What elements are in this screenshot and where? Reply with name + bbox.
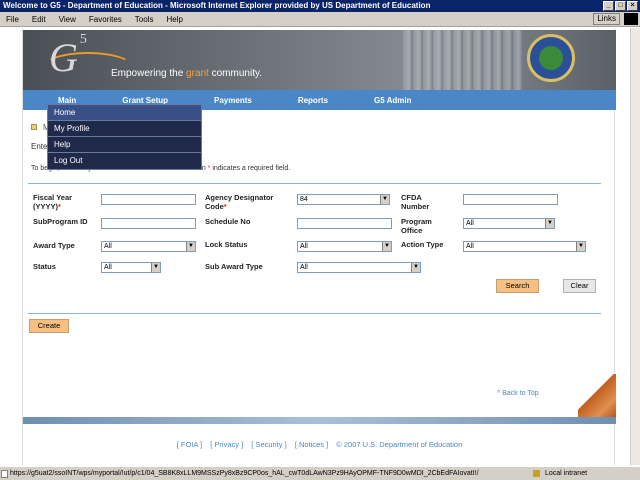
lock-status-select[interactable]: All ▼: [297, 241, 392, 252]
vertical-scrollbar[interactable]: [630, 28, 640, 465]
chevron-down-icon: ▼: [186, 242, 195, 251]
footer-link-security[interactable]: [ Security ]: [251, 440, 286, 449]
close-icon[interactable]: ×: [627, 1, 638, 11]
subprogram-id-label: SubProgram ID: [33, 217, 88, 226]
divider: [28, 183, 601, 184]
footer-link-foia[interactable]: [ FOIA ]: [177, 440, 202, 449]
dropdown-item-home[interactable]: Home: [48, 105, 201, 121]
nav-payments[interactable]: Payments: [214, 96, 252, 105]
dropdown-item-help[interactable]: Help: [48, 137, 201, 153]
create-button[interactable]: Create: [29, 319, 69, 333]
browser-status-bar: https://g5uat2/ssoINT/wps/myportal/!ut/p…: [0, 466, 640, 480]
lock-status-label: Lock Status: [205, 240, 248, 249]
page-footer: [ FOIA ] [ Privacy ] [ Security ] [ Noti…: [23, 440, 616, 449]
main-dropdown-menu: Home My Profile Help Log Out: [47, 104, 202, 170]
g5-banner: G5 Empowering the grant community.: [23, 30, 616, 90]
chevron-down-icon: ▼: [151, 263, 160, 272]
menu-edit[interactable]: Edit: [32, 15, 46, 24]
lock-icon: [533, 470, 540, 477]
page-viewport: G5 Empowering the grant community. Main …: [0, 28, 640, 465]
minimize-icon[interactable]: _: [603, 1, 614, 11]
divider: [28, 313, 601, 314]
banner-tagline: Empowering the grant community.: [111, 68, 263, 79]
nav-g5-admin[interactable]: G5 Admin: [374, 96, 411, 105]
window-title-bar: Welcome to G5 - Department of Education …: [0, 0, 640, 12]
footer-decorative-bar: [23, 417, 616, 424]
sub-award-type-select[interactable]: All ▼: [297, 262, 421, 273]
dropdown-item-log-out[interactable]: Log Out: [48, 153, 201, 169]
page-heading: Ente: [31, 142, 48, 151]
cfda-number-input[interactable]: [463, 194, 558, 205]
nav-reports[interactable]: Reports: [298, 96, 328, 105]
menu-file[interactable]: File: [6, 15, 19, 24]
menu-help[interactable]: Help: [166, 15, 182, 24]
subprogram-id-input[interactable]: [101, 218, 196, 229]
g5-logo: G5: [49, 31, 87, 80]
ie-logo-icon: [624, 13, 638, 25]
program-office-label: Program Office: [401, 217, 432, 235]
chevron-down-icon: ▼: [380, 195, 389, 204]
fiscal-year-input[interactable]: [101, 194, 196, 205]
folder-icon: [31, 124, 37, 130]
status-url: https://g5uat2/ssoINT/wps/myportal/!ut/p…: [10, 470, 479, 477]
status-label: Status: [33, 262, 56, 271]
footer-link-notices[interactable]: [ Notices ]: [295, 440, 328, 449]
menu-tools[interactable]: Tools: [135, 15, 154, 24]
page-icon: [1, 470, 8, 478]
fiscal-year-label: Fiscal Year (YYYY)*: [33, 193, 73, 211]
menu-favorites[interactable]: Favorites: [89, 15, 122, 24]
dropdown-item-my-profile[interactable]: My Profile: [48, 121, 201, 137]
clear-button[interactable]: Clear: [563, 279, 596, 293]
window-controls: _ □ ×: [603, 1, 638, 11]
award-type-label: Award Type: [33, 241, 75, 250]
chevron-down-icon: ▼: [411, 263, 420, 272]
browser-menu-bar: File Edit View Favorites Tools Help Link…: [0, 12, 640, 27]
department-seal-icon: [527, 34, 575, 82]
page-content: G5 Empowering the grant community. Main …: [22, 28, 616, 465]
chevron-down-icon: ▼: [545, 219, 554, 228]
menu-view[interactable]: View: [59, 15, 76, 24]
footer-link-privacy[interactable]: [ Privacy ]: [210, 440, 243, 449]
back-to-top-link[interactable]: ^ Back to Top: [497, 390, 539, 397]
award-type-select[interactable]: All ▼: [101, 241, 196, 252]
status-select[interactable]: All ▼: [101, 262, 161, 273]
security-zone: Local intranet: [545, 470, 588, 477]
action-type-label: Action Type: [401, 240, 444, 249]
search-button[interactable]: Search: [496, 279, 539, 293]
footer-copyright: © 2007 U.S. Department of Education: [336, 440, 463, 449]
maximize-icon[interactable]: □: [615, 1, 626, 11]
chevron-down-icon: ▼: [576, 242, 585, 251]
sub-award-type-label: Sub Award Type: [205, 262, 263, 271]
schedule-no-label: Schedule No: [205, 217, 251, 226]
agency-designator-select[interactable]: 84 ▼: [297, 194, 390, 205]
schedule-no-input[interactable]: [297, 218, 392, 229]
links-toolbar-button[interactable]: Links: [593, 13, 620, 25]
library-image: [403, 30, 523, 90]
chevron-down-icon: ▼: [382, 242, 391, 251]
action-type-select[interactable]: All ▼: [463, 241, 586, 252]
program-office-select[interactable]: All ▼: [463, 218, 555, 229]
agency-designator-label: Agency Designator Code*: [205, 193, 274, 211]
window-title: Welcome to G5 - Department of Education …: [3, 1, 431, 10]
cfda-number-label: CFDA Number: [401, 193, 430, 211]
